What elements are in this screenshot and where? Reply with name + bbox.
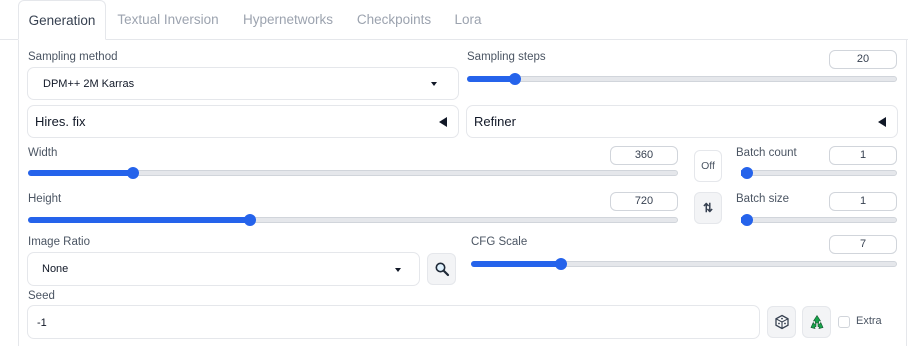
collapse-arrow-icon — [878, 117, 886, 127]
reuse-seed-button[interactable] — [802, 306, 831, 338]
chevron-down-icon — [431, 82, 437, 86]
tab-lora[interactable]: Lora — [444, 0, 492, 40]
seed-input[interactable]: -1 — [27, 305, 760, 339]
off-toggle-label: Off — [701, 160, 715, 172]
batch-count-label: Batch count — [736, 147, 797, 159]
height-label: Height — [28, 193, 62, 205]
height-input[interactable]: 720 — [610, 192, 678, 211]
batch-count-slider-thumb[interactable] — [741, 167, 753, 179]
extra-checkbox[interactable] — [838, 316, 850, 328]
cfg-scale-slider-fill — [471, 261, 561, 267]
magnifier-icon — [435, 262, 449, 277]
cfg-scale-label: CFG Scale — [471, 236, 528, 248]
sampling-method-label: Sampling method — [28, 51, 118, 63]
tab-hypernetworks[interactable]: Hypernetworks — [230, 0, 346, 40]
sampling-steps-label: Sampling steps — [467, 51, 546, 63]
batch-size-slider-thumb[interactable] — [741, 214, 753, 226]
image-ratio-dropdown[interactable]: None — [27, 252, 420, 286]
sampling-steps-slider[interactable] — [467, 73, 897, 85]
chevron-down-icon — [395, 268, 401, 272]
recycle-icon — [810, 314, 823, 329]
width-input[interactable]: 360 — [610, 146, 678, 165]
image-ratio-value: None — [42, 263, 69, 275]
tab-generation[interactable]: Generation — [18, 0, 106, 40]
batch-size-label: Batch size — [736, 193, 790, 205]
batch-count-input[interactable]: 1 — [829, 146, 897, 165]
refiner-accordion[interactable]: Refiner — [466, 105, 898, 138]
tab-checkpoints[interactable]: Checkpoints — [348, 0, 440, 40]
image-ratio-label: Image Ratio — [28, 236, 91, 248]
hires-fix-label: Hires. fix — [35, 114, 86, 129]
refiner-label: Refiner — [474, 114, 516, 129]
collapse-arrow-icon — [439, 117, 447, 127]
cfg-scale-slider[interactable] — [471, 258, 897, 270]
seed-value: -1 — [37, 317, 47, 329]
sampling-steps-slider-thumb[interactable] — [509, 73, 521, 85]
random-seed-button[interactable] — [767, 306, 796, 338]
batch-size-slider[interactable] — [741, 214, 897, 226]
panel-border-left — [18, 40, 19, 346]
seed-label: Seed — [28, 290, 55, 302]
height-slider-fill — [28, 217, 250, 223]
width-slider[interactable] — [28, 167, 678, 179]
hires-fix-accordion[interactable]: Hires. fix — [27, 105, 459, 138]
panel-border-right — [906, 40, 907, 346]
off-toggle-button[interactable]: Off — [694, 150, 722, 182]
swap-icon: ⇅ — [702, 201, 714, 215]
cfg-scale-input[interactable]: 7 — [829, 235, 897, 254]
sampling-method-dropdown[interactable]: DPM++ 2M Karras — [27, 67, 459, 100]
width-label: Width — [28, 147, 58, 159]
width-slider-fill — [28, 170, 133, 176]
cfg-scale-slider-thumb[interactable] — [555, 258, 567, 270]
swap-dimensions-button[interactable]: ⇅ — [694, 192, 722, 224]
tab-textual-inversion[interactable]: Textual Inversion — [108, 0, 228, 40]
dice-icon — [774, 314, 789, 330]
height-slider-thumb[interactable] — [244, 214, 256, 226]
batch-count-slider[interactable] — [741, 167, 897, 179]
sampling-steps-input[interactable]: 20 — [829, 50, 897, 69]
width-slider-thumb[interactable] — [127, 167, 139, 179]
sampling-steps-slider-fill — [467, 76, 515, 82]
extra-label: Extra — [856, 315, 882, 327]
batch-size-input[interactable]: 1 — [829, 192, 897, 211]
height-slider[interactable] — [28, 214, 678, 226]
search-button[interactable] — [427, 253, 456, 285]
sampling-method-value: DPM++ 2M Karras — [43, 78, 135, 90]
